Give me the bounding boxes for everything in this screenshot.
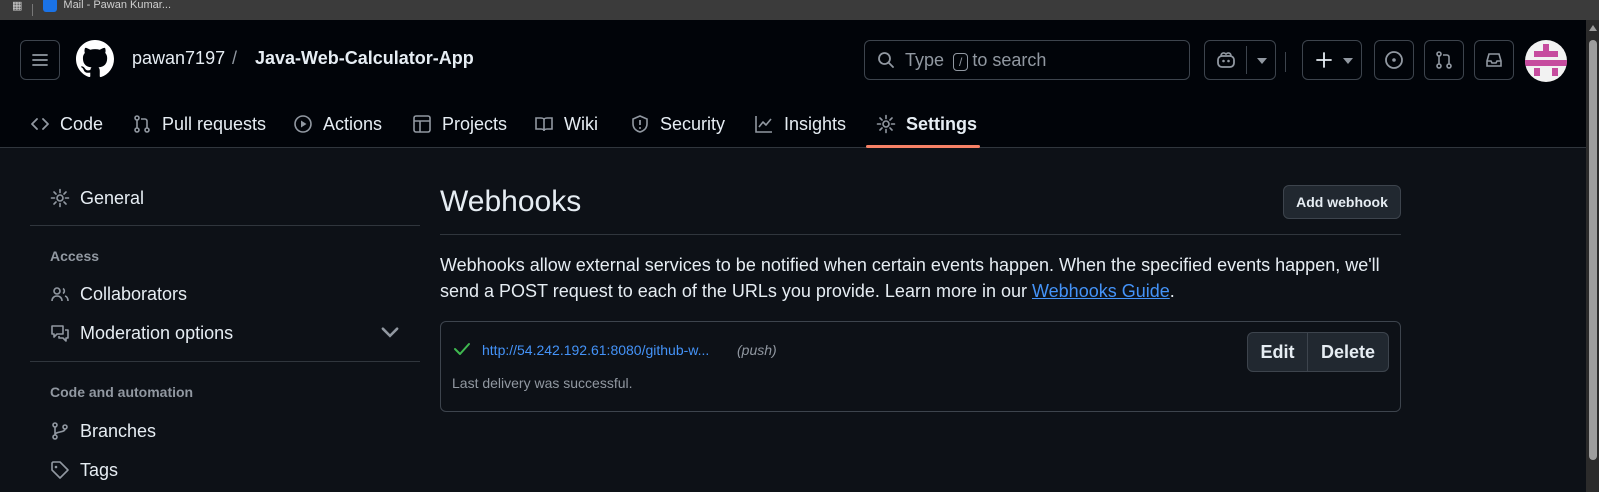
sidebar-heading-access: Access xyxy=(50,248,100,264)
scroll-up-arrow-icon[interactable] xyxy=(1589,25,1597,31)
copilot-split-divider xyxy=(1246,46,1247,74)
sidebar-item-label: Moderation options xyxy=(80,322,234,343)
header-top-row: pawan7197 / Java-Web-Calculator-App Type… xyxy=(0,20,1586,100)
table-icon xyxy=(413,115,431,133)
tab-label: Code xyxy=(60,113,104,134)
tab-pull-requests[interactable]: Pull requests xyxy=(132,100,266,148)
page-title: Webhooks xyxy=(440,185,582,218)
create-new-button[interactable] xyxy=(1302,40,1362,80)
header-divider xyxy=(1285,52,1286,72)
repo-header: pawan7197 / Java-Web-Calculator-App Type… xyxy=(0,20,1586,148)
sidebar-divider xyxy=(30,361,420,362)
inbox-button[interactable] xyxy=(1474,40,1514,80)
search-placeholder: Type / to search xyxy=(905,49,1047,71)
search-shortcut-key: / xyxy=(953,52,969,71)
bookmark-mail[interactable]: Mail - Pawan Kumar... xyxy=(43,0,171,12)
tab-wiki[interactable]: Wiki xyxy=(534,100,598,148)
repo-nav-tabs: Code Pull requests Actions Projects Wiki… xyxy=(0,100,1586,148)
code-icon xyxy=(31,118,49,130)
sidebar-item-label: Branches xyxy=(80,420,157,441)
tab-projects[interactable]: Projects xyxy=(412,100,507,148)
add-webhook-button[interactable]: Add webhook xyxy=(1283,185,1401,219)
tab-label: Pull requests xyxy=(162,113,267,134)
git-branch-icon xyxy=(52,422,68,440)
tab-label: Insights xyxy=(784,113,847,134)
gear-icon xyxy=(50,188,70,208)
tab-label: Projects xyxy=(442,113,508,134)
pull-request-icon xyxy=(1436,51,1452,69)
chevron-down-icon[interactable] xyxy=(1257,58,1267,64)
breadcrumb-repo[interactable]: Java-Web-Calculator-App xyxy=(255,48,474,69)
play-icon xyxy=(294,115,312,133)
description-end: . xyxy=(1169,281,1175,301)
title-divider xyxy=(440,234,1401,235)
search-input[interactable]: Type / to search xyxy=(864,40,1190,80)
check-icon xyxy=(454,343,470,355)
webhooks-guide-link[interactable]: Webhooks Guide xyxy=(1032,281,1170,301)
scroll-thumb[interactable] xyxy=(1589,40,1597,460)
tab-label: Wiki xyxy=(564,113,598,134)
shield-icon xyxy=(632,115,648,133)
issue-opened-icon xyxy=(1385,51,1403,69)
tab-label: Actions xyxy=(323,113,383,134)
apps-grid-icon[interactable]: ▦ xyxy=(12,0,22,12)
hamburger-icon xyxy=(32,54,48,66)
tab-label: Security xyxy=(660,113,726,134)
tab-actions[interactable]: Actions xyxy=(293,100,382,148)
pull-requests-button[interactable] xyxy=(1424,40,1464,80)
pull-request-icon xyxy=(134,115,150,133)
browser-bookmarks-bar: ▦ Mail - Pawan Kumar... xyxy=(0,0,1599,20)
issues-button[interactable] xyxy=(1374,40,1414,80)
tag-icon xyxy=(51,461,69,479)
sidebar-divider xyxy=(30,225,420,226)
sidebar-item-collaborators[interactable]: Collaborators xyxy=(30,276,420,312)
page-scrollbar[interactable] xyxy=(1586,20,1599,492)
chevron-down-icon xyxy=(1343,58,1353,64)
sidebar-heading-code-automation: Code and automation xyxy=(50,384,194,400)
copilot-button[interactable] xyxy=(1204,40,1276,80)
tab-label: Settings xyxy=(906,113,978,134)
breadcrumb-owner[interactable]: pawan7197 xyxy=(132,48,225,69)
sidebar-item-general[interactable]: General xyxy=(30,180,420,216)
sidebar-item-tags[interactable]: Tags xyxy=(30,452,420,488)
edit-button[interactable]: Edit xyxy=(1248,333,1308,371)
description-text: Webhooks allow external services to be n… xyxy=(440,255,1380,301)
menu-button[interactable] xyxy=(20,40,60,80)
webhooks-description: Webhooks allow external services to be n… xyxy=(440,252,1400,304)
tab-settings[interactable]: Settings xyxy=(876,100,977,148)
avatar[interactable] xyxy=(1525,40,1567,82)
chevron-down-icon[interactable] xyxy=(380,323,400,343)
webhook-actions: Edit Delete xyxy=(1247,332,1389,372)
sidebar-item-label: Collaborators xyxy=(80,283,188,304)
mail-favicon-icon xyxy=(43,0,58,12)
plus-icon xyxy=(1316,52,1332,68)
gear-icon xyxy=(876,114,896,134)
search-icon xyxy=(878,52,894,68)
github-logo-icon[interactable] xyxy=(76,40,114,78)
sidebar-item-branches[interactable]: Branches xyxy=(30,413,420,449)
bookmark-separator xyxy=(32,4,34,16)
webhook-event: (push) xyxy=(737,342,777,358)
tab-security[interactable]: Security xyxy=(630,100,725,148)
breadcrumb-separator: / xyxy=(232,48,238,68)
bookmark-label: Mail - Pawan Kumar... xyxy=(63,0,171,11)
sidebar-item-label: Tags xyxy=(80,459,119,480)
people-icon xyxy=(51,287,69,302)
webhook-url-link[interactable]: http://54.242.192.61:8080/github-w... xyxy=(482,342,709,358)
sidebar-item-label: General xyxy=(80,187,145,208)
tab-insights[interactable]: Insights xyxy=(754,100,846,148)
book-icon xyxy=(535,117,553,132)
inbox-icon xyxy=(1486,53,1502,67)
webhook-delivery-status: Last delivery was successful. xyxy=(452,375,633,391)
comment-discussion-icon xyxy=(51,325,69,342)
copilot-icon xyxy=(1217,52,1235,68)
delete-button[interactable]: Delete xyxy=(1308,333,1388,371)
tab-code[interactable]: Code xyxy=(30,100,103,148)
graph-icon xyxy=(755,116,772,133)
webhook-list-item: http://54.242.192.61:8080/github-w... (p… xyxy=(440,321,1401,412)
sidebar-item-moderation[interactable]: Moderation options xyxy=(30,315,420,351)
selected-tab-indicator xyxy=(866,145,980,148)
